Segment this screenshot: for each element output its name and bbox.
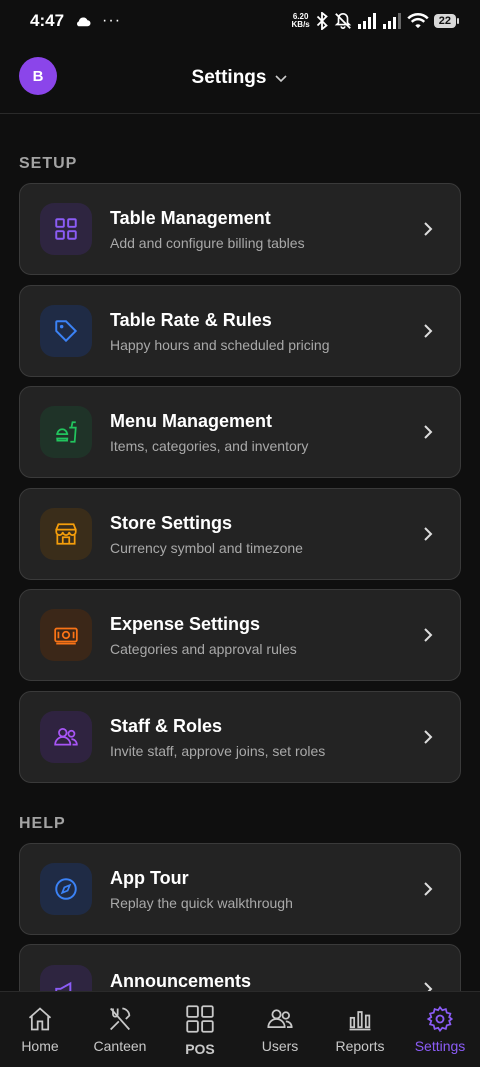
avatar[interactable]: B	[19, 57, 57, 95]
setting-subtitle: Categories and approval rules	[110, 640, 297, 657]
setting-subtitle: Add and configure billing tables	[110, 234, 305, 251]
signal-icon	[357, 13, 376, 29]
setting-subtitle: Invite staff, approve joins, set roles	[110, 742, 326, 759]
nav-reports[interactable]: Reports	[320, 992, 400, 1067]
setting-item-store-settings[interactable]: Store Settings Currency symbol and timez…	[19, 488, 461, 580]
page-title: Settings	[191, 66, 267, 88]
users-icon	[267, 1009, 293, 1029]
setting-item-table-rate-rules[interactable]: Table Rate & Rules Happy hours and sched…	[19, 285, 461, 377]
tag-icon	[40, 305, 92, 357]
setting-title: App Tour	[110, 867, 189, 888]
utensils-icon	[110, 1007, 131, 1031]
chevron-down-icon	[275, 74, 288, 82]
chevron-right-icon	[424, 982, 433, 991]
chevron-right-icon	[424, 425, 433, 439]
nav-label: Home	[21, 1038, 59, 1054]
help-item-app-tour[interactable]: App Tour Replay the quick walkthrough	[19, 843, 461, 935]
status-time: 4:47	[30, 11, 65, 30]
setting-item-table-management[interactable]: Table Management Add and configure billi…	[19, 183, 461, 275]
setting-title: Table Rate & Rules	[110, 309, 272, 330]
setting-item-staff-roles[interactable]: Staff & Roles Invite staff, approve join…	[19, 691, 461, 783]
setting-subtitle: Currency symbol and timezone	[110, 539, 303, 556]
compass-icon	[40, 863, 92, 915]
top-bar: B Settings	[0, 42, 480, 114]
nav-label: Settings	[414, 1038, 466, 1054]
home-icon	[28, 1007, 52, 1031]
nav-canteen[interactable]: Canteen	[80, 992, 160, 1067]
nav-label: POS	[185, 1041, 215, 1057]
setting-title: Expense Settings	[110, 613, 261, 634]
chevron-right-icon	[424, 222, 433, 236]
section-label-setup: SETUP	[19, 155, 78, 172]
page-title-dropdown[interactable]: Settings	[192, 67, 289, 89]
setting-title: Announcements	[110, 971, 252, 991]
setting-subtitle: Happy hours and scheduled pricing	[110, 336, 330, 353]
help-item-announcements[interactable]: Announcements	[19, 944, 461, 991]
setting-title: Store Settings	[110, 512, 233, 533]
cloud-icon	[77, 17, 91, 27]
banknote-icon	[40, 609, 92, 661]
megaphone-icon	[40, 965, 92, 991]
nav-label: Users	[261, 1038, 299, 1054]
users-icon	[40, 711, 92, 763]
settings-content[interactable]: SETUP Table Management Add and configure…	[0, 114, 480, 991]
more-notifications-icon: ···	[102, 12, 122, 29]
battery-indicator: 22	[433, 14, 460, 28]
bluetooth-icon	[316, 12, 328, 30]
setting-title: Table Management	[110, 207, 271, 228]
grid-icon	[40, 203, 92, 255]
nav-home[interactable]: Home	[0, 992, 80, 1067]
bar-chart-icon	[349, 1011, 371, 1031]
store-icon	[40, 508, 92, 560]
setting-subtitle: Replay the quick walkthrough	[110, 894, 293, 911]
nav-label: Reports	[335, 1038, 385, 1054]
setting-subtitle: Items, categories, and inventory	[110, 437, 309, 454]
nav-users[interactable]: Users	[240, 992, 320, 1067]
chevron-right-icon	[424, 324, 433, 338]
net-speed: 6.20 KB/s	[291, 12, 310, 29]
chevron-right-icon	[424, 882, 433, 896]
bottom-nav: Home Canteen POS Users Reports Settings	[0, 991, 480, 1067]
nav-label: Canteen	[93, 1038, 147, 1054]
setting-title: Menu Management	[110, 410, 273, 431]
mute-icon	[334, 12, 352, 29]
section-label-help: HELP	[19, 815, 66, 832]
chevron-right-icon	[424, 527, 433, 541]
nav-pos[interactable]: POS	[160, 992, 240, 1067]
fast-food-icon	[40, 406, 92, 458]
wifi-icon	[407, 13, 429, 29]
gear-icon	[426, 1005, 454, 1033]
setting-item-menu-management[interactable]: Menu Management Items, categories, and i…	[19, 386, 461, 478]
signal-icon-2	[382, 13, 401, 29]
chevron-right-icon	[424, 730, 433, 744]
chevron-right-icon	[424, 628, 433, 642]
status-bar: 4:47 ··· 6.20 KB/s 22	[0, 0, 480, 42]
setting-item-expense-settings[interactable]: Expense Settings Categories and approval…	[19, 589, 461, 681]
pos-grid-icon	[186, 1005, 214, 1033]
nav-settings[interactable]: Settings	[400, 992, 480, 1067]
setting-title: Staff & Roles	[110, 715, 223, 736]
